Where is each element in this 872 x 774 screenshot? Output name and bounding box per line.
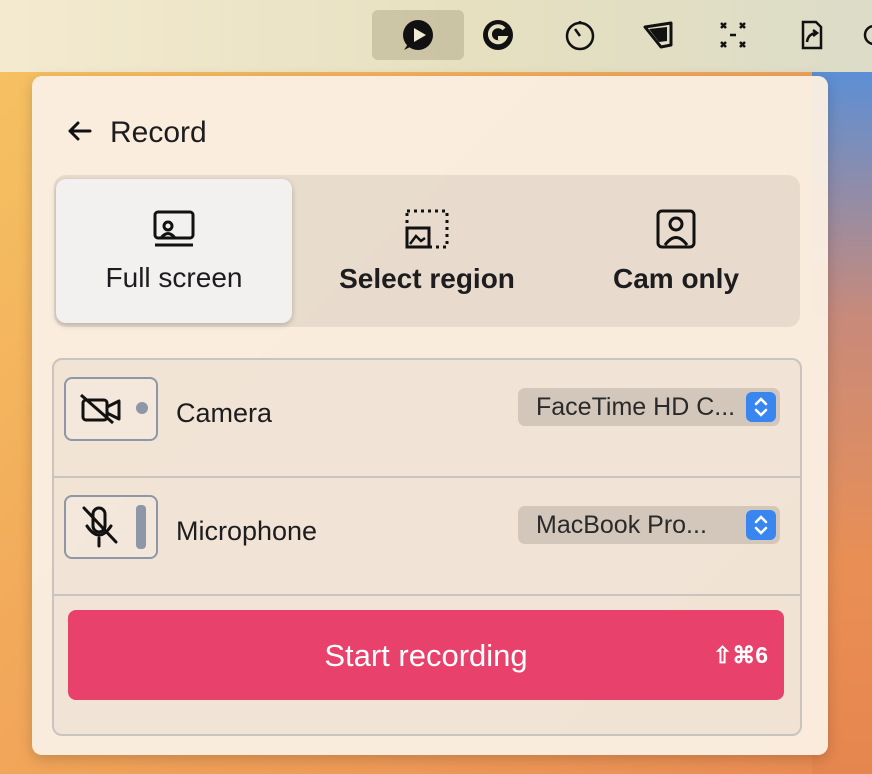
user-square-icon bbox=[655, 208, 697, 255]
camera-label: Camera bbox=[176, 398, 273, 428]
microphone-toggle[interactable] bbox=[64, 495, 158, 559]
arrow-left-icon[interactable] bbox=[66, 117, 94, 150]
microphone-label: Microphone bbox=[176, 516, 318, 546]
microphone-row: Microphone MacBook Pro... bbox=[54, 478, 800, 596]
timer-icon[interactable] bbox=[555, 10, 605, 60]
camera-row: Camera FaceTime HD C... bbox=[54, 360, 800, 478]
dashed-region-icon bbox=[403, 208, 451, 255]
mode-label: Select region bbox=[339, 262, 515, 294]
tag-icon[interactable] bbox=[634, 10, 684, 60]
mode-full-screen[interactable]: Full screen bbox=[56, 179, 292, 323]
menu-bar bbox=[0, 0, 872, 72]
record-panel: Record Full screen Select region Cam onl… bbox=[32, 76, 828, 755]
microphone-device-value: MacBook Pro... bbox=[536, 510, 707, 539]
mode-label: Full screen bbox=[105, 261, 243, 293]
mode-cam-only[interactable]: Cam only bbox=[554, 179, 798, 323]
expand-arrows-icon[interactable] bbox=[708, 10, 758, 60]
mode-label: Cam only bbox=[612, 262, 740, 294]
mode-selector: Full screen Select region Cam only bbox=[54, 175, 800, 327]
microphone-select[interactable]: MacBook Pro... bbox=[518, 506, 780, 544]
camera-select[interactable]: FaceTime HD C... bbox=[518, 388, 780, 426]
panel-header: Record bbox=[66, 116, 207, 150]
device-settings: Camera FaceTime HD C... Microphone MacBo… bbox=[52, 358, 802, 736]
mic-level-meter bbox=[136, 505, 146, 549]
share-document-icon[interactable] bbox=[786, 10, 836, 60]
more-menubar-icon[interactable] bbox=[852, 10, 872, 60]
camera-device-value: FaceTime HD C... bbox=[536, 392, 736, 421]
start-recording-label: Start recording bbox=[324, 638, 528, 673]
keyboard-shortcut: ⇧⌘6 bbox=[712, 642, 768, 668]
camera-toggle[interactable] bbox=[64, 377, 158, 441]
monitor-user-icon bbox=[152, 209, 196, 254]
select-stepper-icon bbox=[746, 392, 776, 422]
camera-status-dot bbox=[136, 402, 148, 414]
grammarly-icon[interactable] bbox=[473, 10, 523, 60]
page-title: Record bbox=[110, 116, 207, 149]
mic-off-icon bbox=[80, 504, 120, 555]
start-recording-button[interactable]: Start recording ⇧⌘6 bbox=[68, 610, 784, 700]
mode-select-region[interactable]: Select region bbox=[304, 179, 550, 323]
video-off-icon bbox=[79, 393, 123, 430]
select-stepper-icon bbox=[746, 510, 776, 540]
screen-recorder-app-icon[interactable] bbox=[372, 10, 464, 60]
